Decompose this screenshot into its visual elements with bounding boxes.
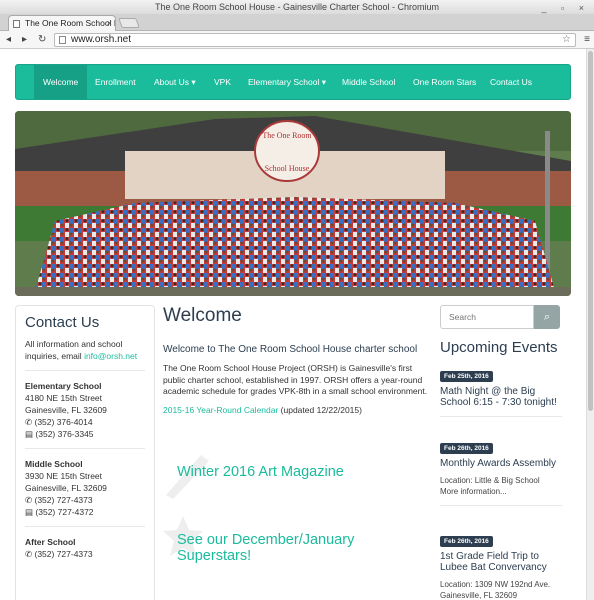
- middle-contact: Middle School 3930 NE 15th Street Gaines…: [25, 448, 145, 518]
- nav-vpk[interactable]: VPK: [214, 65, 231, 99]
- fax-icon: ▤: [25, 429, 36, 439]
- event-date-badge: Feb 26th, 2016: [440, 443, 493, 454]
- event-more-link[interactable]: More information...: [440, 486, 562, 497]
- nav-one-room-stars[interactable]: One Room Stars: [413, 65, 476, 99]
- event-location: Location: Little & Big School: [440, 476, 540, 485]
- page-title: Welcome: [163, 305, 242, 326]
- elementary-contact: Elementary School 4180 NE 15th Street Ga…: [25, 370, 145, 440]
- tab-close-icon[interactable]: ×: [107, 16, 112, 31]
- middle-heading: Middle School: [25, 459, 83, 469]
- welcome-section: Welcome Welcome to The One Room School H…: [163, 304, 428, 416]
- contact-title: Contact Us: [25, 314, 100, 331]
- contact-email-link[interactable]: info@orsh.net: [84, 351, 137, 361]
- tab-strip: The One Room School Ho ×: [0, 14, 594, 31]
- browser-toolbar: ◂ ▸ ↻ www.orsh.net ☆ ≡: [0, 31, 594, 49]
- divider: [440, 505, 562, 506]
- welcome-body: The One Room School House Project (ORSH)…: [163, 363, 428, 396]
- search-button-icon[interactable]: ⌕: [534, 305, 560, 329]
- elementary-fax: ▤ (352) 376-3345: [25, 429, 94, 439]
- elementary-address-line1: 4180 NE 15th Street: [25, 393, 103, 403]
- hero-photo: The One Room School House: [15, 111, 571, 296]
- contact-panel: Contact Us All information and school in…: [15, 305, 155, 600]
- window-controls[interactable]: _ ▫ ×: [542, 1, 590, 15]
- calendar-line: 2015-16 Year-Round Calendar (updated 12/…: [163, 405, 428, 417]
- event-title[interactable]: Monthly Awards Assembly: [440, 458, 562, 469]
- vertical-scrollbar[interactable]: [586, 49, 594, 600]
- superstars-link[interactable]: See our December/January Superstars!: [177, 532, 377, 564]
- bookmark-star-icon[interactable]: ☆: [562, 34, 571, 46]
- sign-text-top: The One Room: [262, 131, 312, 140]
- after-school-heading: After School: [25, 537, 76, 547]
- event-item[interactable]: Feb 25th, 2016 Math Night @ the Big Scho…: [440, 365, 562, 417]
- welcome-subtitle: Welcome to The One Room School House cha…: [163, 344, 418, 355]
- main-nav: Welcome Enrollment About Us ▾ VPK Elemen…: [15, 64, 571, 100]
- calendar-note: (updated 12/22/2015): [278, 404, 362, 415]
- event-date-badge: Feb 26th, 2016: [440, 536, 493, 547]
- event-title[interactable]: 1st Grade Field Trip to Lubee Bat Conver…: [440, 551, 562, 573]
- event-date-badge: Feb 25th, 2016: [440, 371, 493, 382]
- after-school-phone: ✆ (352) 727-4373: [25, 549, 93, 559]
- browser-tab[interactable]: The One Room School Ho ×: [8, 15, 116, 31]
- page-favicon-icon: [13, 20, 20, 28]
- nav-enrollment[interactable]: Enrollment: [95, 65, 136, 99]
- new-tab-button[interactable]: [118, 18, 140, 28]
- nav-contact-us[interactable]: Contact Us: [490, 65, 532, 99]
- art-magazine-link[interactable]: Winter 2016 Art Magazine: [177, 464, 344, 480]
- search-input[interactable]: [440, 305, 534, 329]
- window-title: The One Room School House - Gainesville …: [154, 2, 440, 12]
- back-button[interactable]: ◂: [6, 33, 11, 47]
- nav-elementary-school[interactable]: Elementary School ▾: [248, 65, 326, 99]
- url-text: www.orsh.net: [71, 34, 132, 45]
- events-heading: Upcoming Events: [440, 339, 558, 356]
- middle-address-line2: Gainesville, FL 32609: [25, 483, 107, 493]
- elementary-phone: ✆ (352) 376-4014: [25, 417, 93, 427]
- tab-title: The One Room School Ho: [25, 18, 116, 28]
- nav-welcome[interactable]: Welcome: [34, 65, 88, 99]
- address-bar[interactable]: www.orsh.net ☆: [54, 33, 576, 47]
- reload-button[interactable]: ↻: [38, 33, 46, 47]
- middle-fax: ▤ (352) 727-4372: [25, 507, 94, 517]
- divider: [440, 416, 562, 417]
- art-magazine-promo[interactable]: Winter 2016 Art Magazine: [163, 449, 428, 499]
- contact-intro: All information and school inquiries, em…: [25, 339, 138, 361]
- superstars-promo[interactable]: See our December/January Superstars!: [163, 514, 428, 574]
- event-item[interactable]: Feb 26th, 2016 1st Grade Field Trip to L…: [440, 530, 562, 600]
- page-viewport: Welcome Enrollment About Us ▾ VPK Elemen…: [0, 49, 586, 600]
- sign-text-bottom: School House: [265, 164, 310, 173]
- school-group-photo: The One Room School House: [15, 111, 571, 296]
- scrollbar-thumb[interactable]: [588, 51, 593, 411]
- window-titlebar: The One Room School House - Gainesville …: [0, 0, 594, 14]
- elementary-address-line2: Gainesville, FL 32609: [25, 405, 107, 415]
- event-item[interactable]: Feb 26th, 2016 Monthly Awards Assembly L…: [440, 437, 562, 506]
- elementary-heading: Elementary School: [25, 381, 102, 391]
- browser-menu-icon[interactable]: ≡: [584, 34, 590, 45]
- after-school-contact: After School ✆ (352) 727-4373: [25, 526, 145, 560]
- event-title[interactable]: Math Night @ the Big School 6:15 - 7:30 …: [440, 386, 562, 408]
- nav-middle-school[interactable]: Middle School: [342, 65, 395, 99]
- event-location: Location: 1309 NW 192nd Ave. Gainesville…: [440, 580, 551, 600]
- page-icon: [59, 36, 66, 44]
- calendar-link[interactable]: 2015-16 Year-Round Calendar: [163, 405, 278, 415]
- nav-about-us[interactable]: About Us ▾: [154, 65, 196, 99]
- forward-button[interactable]: ▸: [22, 33, 27, 47]
- fax-icon: ▤: [25, 507, 36, 517]
- middle-phone: ✆ (352) 727-4373: [25, 495, 93, 505]
- middle-address-line1: 3930 NE 15th Street: [25, 471, 103, 481]
